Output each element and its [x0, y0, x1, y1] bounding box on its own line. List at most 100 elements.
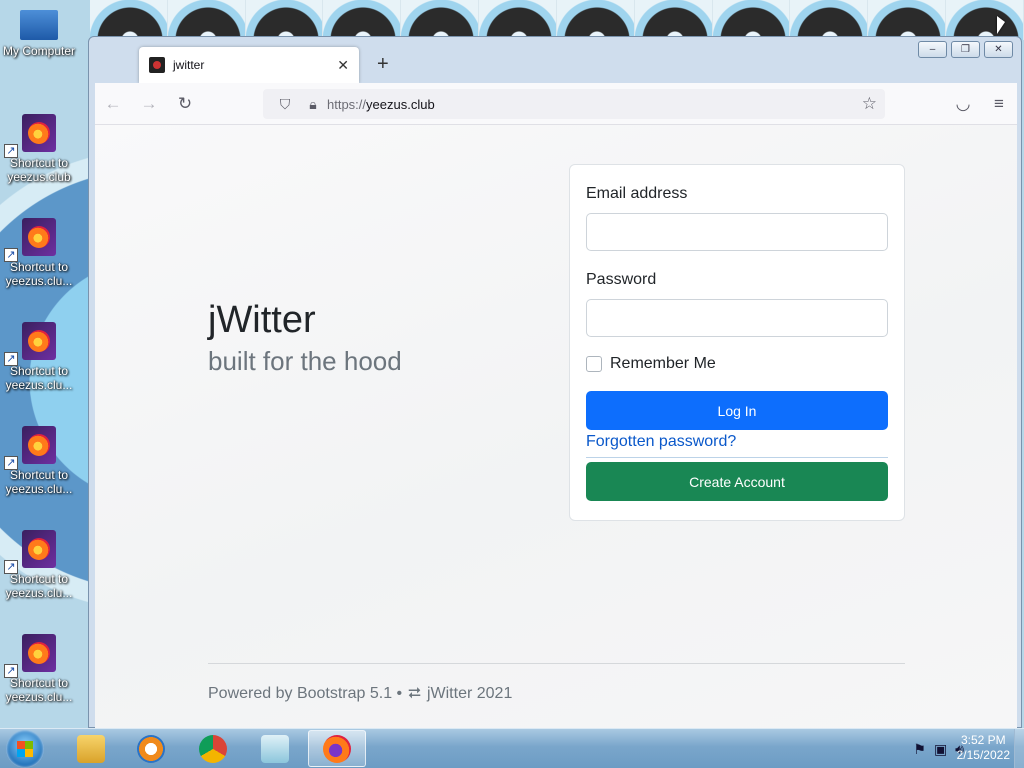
- desktop-icon-label: My Computer: [2, 44, 76, 58]
- firefox-shortcut-icon: ↗: [4, 634, 56, 678]
- shield-icon[interactable]: ⛉: [271, 96, 299, 113]
- desktop-icon-label: Shortcut to yeezus.clu...: [5, 468, 73, 496]
- taskbar-chrome[interactable]: [184, 730, 242, 767]
- close-tab-icon[interactable]: ✕: [337, 57, 349, 74]
- desktop-icon-my-computer[interactable]: My Computer: [0, 10, 78, 58]
- folder-icon: [77, 734, 105, 763]
- desktop-shortcut-yeezus[interactable]: ↗ Shortcut to yeezus.club: [0, 114, 78, 184]
- url-scheme: https://: [327, 96, 367, 112]
- desktop-shortcut-yeezus[interactable]: ↗ Shortcut to yeezus.clu...: [0, 218, 78, 288]
- notepad-icon: [261, 734, 289, 763]
- email-label: Email address: [586, 185, 688, 202]
- taskbar-clock[interactable]: 3:52 PM 2/15/2022: [957, 733, 1010, 763]
- restore-button[interactable]: ❐: [951, 41, 980, 58]
- url-host: yeezus.club: [366, 96, 435, 112]
- reload-icon[interactable]: ↻: [167, 94, 203, 114]
- firefox-icon: [323, 734, 351, 763]
- remember-me-checkbox[interactable]: [586, 356, 602, 372]
- navigation-toolbar: ← → ↻ ⛉ 🔒︎ https:// yeezus.club ☆ ◡ ≡: [95, 83, 1017, 125]
- desktop-icon-label: Shortcut to yeezus.club: [7, 156, 71, 184]
- desktop-icon-label: Shortcut to yeezus.clu...: [5, 572, 73, 600]
- retweet-icon: ⮂: [408, 685, 421, 702]
- window-controls: – ❐ ✕: [918, 41, 1013, 58]
- desktop-shortcut-yeezus[interactable]: ↗ Shortcut to yeezus.clu...: [0, 322, 78, 392]
- brand-title: jWitter: [208, 299, 316, 341]
- taskbar-firefox[interactable]: [308, 730, 366, 767]
- minimize-button[interactable]: –: [918, 41, 947, 58]
- tab-bar: jwitter ✕ +: [95, 43, 881, 83]
- desktop-icon-label: Shortcut to yeezus.clu...: [5, 260, 73, 288]
- tab-title: jwitter: [173, 58, 205, 72]
- chrome-icon: [199, 734, 227, 763]
- taskbar-media-player[interactable]: [122, 730, 180, 767]
- shortcut-arrow-icon: ↗: [4, 664, 18, 678]
- forgot-password-link[interactable]: Forgotten password?: [586, 433, 888, 458]
- wallpaper-tile: [167, 0, 246, 40]
- create-account-button[interactable]: Create Account: [586, 462, 888, 501]
- shortcut-arrow-icon: ↗: [4, 144, 18, 158]
- login-button[interactable]: Log In: [586, 391, 888, 430]
- password-field[interactable]: [586, 299, 888, 337]
- page-footer: Powered by Bootstrap 5.1 • ⮂ jWitter 202…: [208, 685, 512, 703]
- footer-powered-by: Powered by Bootstrap 5.1 •: [208, 685, 403, 702]
- wallpaper-tile: [634, 0, 713, 40]
- firefox-shortcut-icon: ↗: [4, 530, 56, 574]
- wallpaper-tile: [479, 0, 557, 40]
- firefox-shortcut-icon: ↗: [4, 218, 56, 262]
- favicon-icon: [149, 57, 165, 73]
- remember-me-row[interactable]: Remember Me: [586, 355, 888, 373]
- taskbar-notepad[interactable]: [246, 730, 304, 767]
- clock-time: 3:52 PM: [960, 733, 1006, 747]
- brand-block: jWitter built for the hood: [208, 298, 402, 377]
- email-field[interactable]: [586, 213, 888, 251]
- url-bar[interactable]: ⛉ 🔒︎ https:// yeezus.club ☆: [263, 89, 885, 119]
- desktop-icon-label: Shortcut to yeezus.clu...: [5, 364, 73, 392]
- wallpaper-tile: [712, 0, 791, 40]
- login-card: Email address Password Remember Me Log I…: [569, 164, 905, 521]
- wallpaper-tile: [790, 0, 869, 40]
- desktop-shortcut-yeezus[interactable]: ↗ Shortcut to yeezus.clu...: [0, 634, 78, 704]
- firefox-shortcut-icon: ↗: [4, 114, 56, 158]
- remember-me-label: Remember Me: [610, 355, 716, 372]
- password-label: Password: [586, 271, 657, 288]
- lock-icon[interactable]: 🔒︎: [299, 96, 327, 113]
- desktop-shortcut-yeezus[interactable]: ↗ Shortcut to yeezus.clu...: [0, 530, 78, 600]
- tab-jwitter[interactable]: jwitter ✕: [139, 47, 359, 83]
- desktop-icon-label: Shortcut to yeezus.clu...: [5, 676, 73, 704]
- firefox-shortcut-icon: ↗: [4, 426, 56, 470]
- new-tab-button[interactable]: +: [377, 53, 389, 76]
- firefox-shortcut-icon: ↗: [4, 322, 56, 366]
- computer-icon: [20, 10, 58, 40]
- shortcut-arrow-icon: ↗: [4, 352, 18, 366]
- footer-divider: [208, 663, 905, 664]
- start-button[interactable]: [6, 730, 44, 768]
- network-icon[interactable]: ▣: [934, 741, 947, 758]
- wallpaper-tile: [946, 0, 1024, 40]
- taskbar-file-explorer[interactable]: [62, 730, 120, 767]
- show-desktop-button[interactable]: [1014, 729, 1024, 768]
- wallpaper-tile: [90, 0, 168, 40]
- browser-window: – ❐ ✕ jwitter ✕ + ← → ↻ ⛉ 🔒︎ https:// ye…: [88, 36, 1022, 729]
- pocket-icon[interactable]: ◡: [945, 94, 981, 114]
- windows-logo-icon: [17, 741, 33, 757]
- media-player-icon: [137, 734, 165, 763]
- mouse-cursor-icon: [997, 16, 1005, 34]
- back-icon[interactable]: ←: [95, 94, 131, 114]
- taskbar: ⚑ ▣ 🔊︎ 3:52 PM 2/15/2022: [0, 728, 1024, 768]
- brand-tagline: built for the hood: [208, 346, 402, 376]
- close-window-button[interactable]: ✕: [984, 41, 1013, 58]
- bookmark-star-icon[interactable]: ☆: [862, 94, 877, 114]
- forward-icon[interactable]: →: [131, 94, 167, 114]
- shortcut-arrow-icon: ↗: [4, 248, 18, 262]
- wallpaper-tile: [401, 0, 480, 40]
- wallpaper-tile: [245, 0, 324, 40]
- menu-icon[interactable]: ≡: [981, 94, 1017, 114]
- shortcut-arrow-icon: ↗: [4, 560, 18, 574]
- shortcut-arrow-icon: ↗: [4, 456, 18, 470]
- wallpaper-tile: [323, 0, 402, 40]
- desktop-shortcut-yeezus[interactable]: ↗ Shortcut to yeezus.clu...: [0, 426, 78, 496]
- wallpaper-tile: [868, 0, 947, 40]
- action-center-icon[interactable]: ⚑: [913, 741, 926, 758]
- toolbar-right: ◡ ≡: [945, 83, 1017, 125]
- desktop-wallpaper-strip: [90, 0, 1024, 40]
